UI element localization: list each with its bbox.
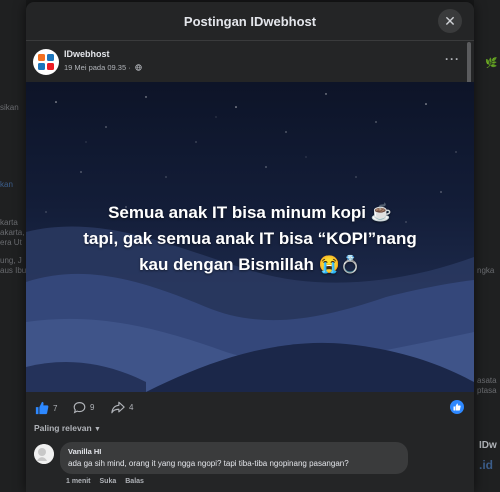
comment-button[interactable]: 9 [73,401,94,414]
comment-sort-dropdown[interactable]: Paling relevan ▼ [34,423,101,433]
like-count: 7 [53,403,58,413]
avatar[interactable] [34,444,54,464]
like-button[interactable]: 7 [35,401,57,415]
reaction-like-badge[interactable] [450,400,464,414]
post-header: IDwebhost 19 Mei pada 09.35 · ··· [26,42,474,82]
comment-time[interactable]: 1 menit [66,478,91,485]
comment-icon [73,402,86,414]
default-avatar-icon [34,444,54,464]
background-text: era Ut [0,238,22,247]
share-icon [111,401,125,414]
post-image[interactable]: Semua anak IT bisa minum kopi ☕ tapi, ga… [26,82,474,392]
background-text: ngka [477,266,495,275]
background-text: sikan [0,103,19,112]
share-button[interactable]: 4 [111,401,133,414]
background-text: IDw [479,440,497,451]
modal-title: Postingan IDwebhost [183,13,317,29]
background-text: kan [0,180,13,189]
background-text: .id [479,458,493,472]
comment-reply-link[interactable]: Balas [125,478,144,485]
comment-like-link[interactable]: Suka [100,478,117,485]
comment-sort-label: Paling relevan [34,423,92,433]
comment-author[interactable]: Vanilla HI [68,447,101,456]
leaf-icon: 🌿 [485,58,498,69]
post-actions: 7 9 4 [26,398,474,418]
background-text: akarta, [0,228,25,237]
idwebhost-logo-icon [38,54,54,70]
background-text: asata [477,376,497,385]
comment-count: 9 [90,403,95,412]
background-text: ptasa [477,386,497,395]
page-name-link[interactable]: IDwebhost [64,49,110,59]
post-caption: Semua anak IT bisa minum kopi ☕ tapi, ga… [26,200,474,278]
page-avatar[interactable] [33,49,59,75]
comment-text: ada ga sih mind, orang it yang ngga ngop… [68,459,349,468]
post-date: 19 Mei pada 09.35 · [64,63,131,72]
caption-line: Semua anak IT bisa minum kopi ☕ [108,203,392,222]
background-text: ung, J [0,256,22,265]
comment-bubble: Vanilla HI ada ga sih mind, orang it yan… [60,442,408,474]
post-timestamp[interactable]: 19 Mei pada 09.35 · [64,63,142,72]
post-modal: Postingan IDwebhost ✕ IDwebhost 19 Mei p… [26,2,474,492]
caption-line: tapi, gak semua anak IT bisa “KOPI”nang [83,229,417,248]
globe-icon [135,64,142,71]
close-button[interactable]: ✕ [438,9,462,33]
caption-line: kau dengan Bismillah 😭💍 [139,255,361,274]
thumbs-up-icon [453,403,461,411]
background-page-right [474,0,500,492]
more-options-button[interactable]: ··· [445,52,460,66]
modal-header: Postingan IDwebhost ✕ [26,2,474,41]
background-text: aus Ibu [0,266,27,275]
background-text: karta [0,218,18,227]
close-icon: ✕ [444,12,456,29]
chevron-down-icon: ▼ [94,426,101,433]
comment-actions: 1 menit Suka Balas [66,478,144,485]
thumbs-up-icon [35,401,49,415]
share-count: 4 [129,403,134,412]
